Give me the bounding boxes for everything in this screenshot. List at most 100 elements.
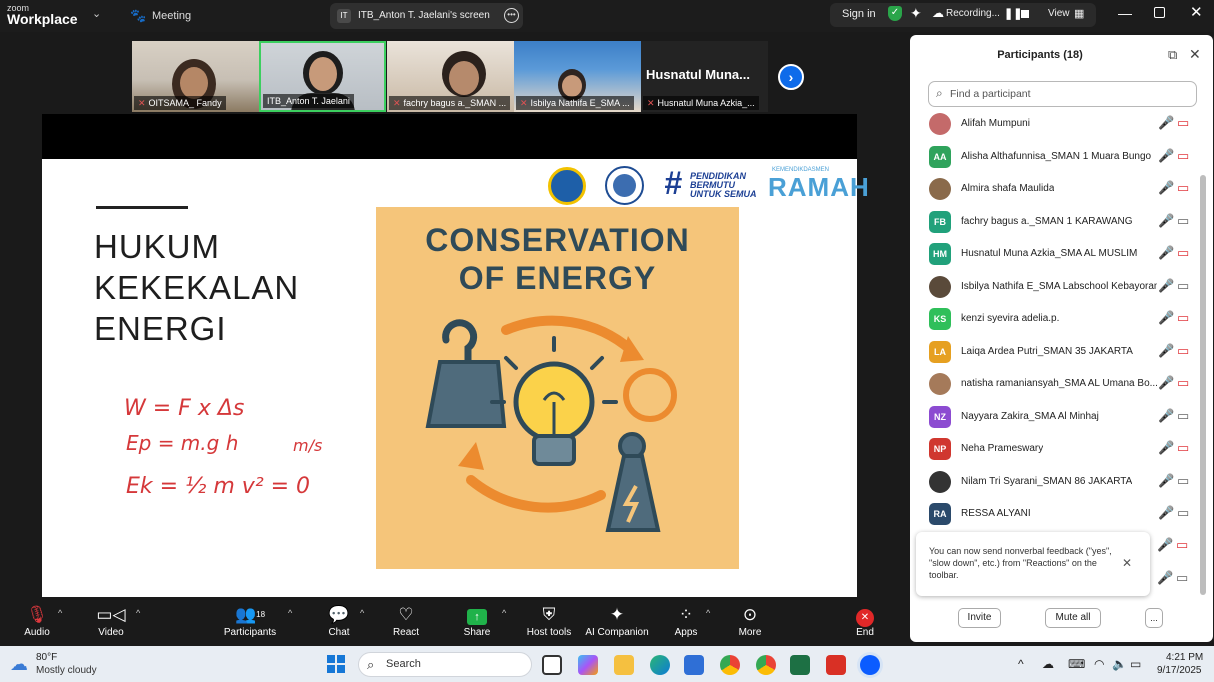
participants-button[interactable]: 👥18 Participants xyxy=(222,604,278,644)
close-panel-icon[interactable]: ✕ xyxy=(1189,46,1201,63)
video-off-icon[interactable]: ▭ xyxy=(1177,440,1189,456)
weather-cloud-icon[interactable]: ☁ xyxy=(10,654,28,675)
video-options-caret[interactable]: ^ xyxy=(136,608,140,618)
mic-off-icon[interactable]: 🎤 xyxy=(1158,245,1174,261)
video-off-icon[interactable]: ▭ xyxy=(1177,180,1189,196)
mic-off-icon[interactable]: 🎤 xyxy=(1158,213,1174,229)
react-button[interactable]: ♡ React xyxy=(390,604,422,644)
mic-off-icon[interactable]: 🎤 xyxy=(1158,115,1174,131)
meeting-label[interactable]: Meeting xyxy=(152,10,191,22)
participant-row[interactable]: FB fachry bagus a._SMAN 1 KARAWANG 🎤 ▭ xyxy=(915,207,1195,239)
cloud-sync-icon[interactable]: ☁ xyxy=(1042,657,1054,671)
windows-start-icon[interactable] xyxy=(327,655,345,673)
edge-browser-icon[interactable] xyxy=(650,655,670,675)
mic-off-icon[interactable]: 🎤 xyxy=(1158,375,1174,391)
video-icon[interactable]: ▭ xyxy=(1177,505,1189,521)
video-off-icon[interactable]: ▭ xyxy=(1177,148,1189,164)
pdf-reader-icon[interactable] xyxy=(826,655,846,675)
pop-out-icon[interactable]: ⧉ xyxy=(1168,47,1177,63)
video-icon[interactable]: ▭ xyxy=(1177,278,1189,294)
video-off-icon[interactable]: ▭ xyxy=(1177,343,1189,359)
participant-row[interactable]: Isbilya Nathifa E_SMA Labschool Kebayora… xyxy=(915,272,1195,304)
mic-off-icon[interactable]: 🎤 xyxy=(1158,278,1174,294)
video-thumbnail-off[interactable]: Husnatul Muna... ✕ Husnatul Muna Azkia_..… xyxy=(641,41,768,112)
participant-row[interactable]: Almira shafa Maulida 🎤 ▭ xyxy=(915,174,1195,206)
video-off-icon[interactable]: ▭ xyxy=(1177,310,1189,326)
panel-scrollbar[interactable] xyxy=(1200,175,1206,595)
weather-temp[interactable]: 80°F xyxy=(36,652,57,663)
participant-row[interactable]: AA Alisha Althafunnisa_SMAN 1 Muara Bungo… xyxy=(915,142,1195,174)
stop-recording-icon[interactable] xyxy=(1021,10,1029,18)
chat-options-caret[interactable]: ^ xyxy=(360,608,364,618)
pause-recording-icon[interactable]: ❚❚ xyxy=(1004,7,1022,20)
mute-all-button[interactable]: Mute all xyxy=(1045,608,1101,628)
video-thumbnail[interactable]: ✕ OITSAMA_ Fandy xyxy=(132,41,259,112)
share-button[interactable]: ↑ Share xyxy=(460,604,494,644)
end-button[interactable]: ✕ End xyxy=(850,604,880,644)
chrome-profile-icon[interactable] xyxy=(756,655,776,675)
ai-companion-button[interactable]: ✦ AI Companion xyxy=(584,604,650,644)
participant-row[interactable]: NP Neha Prameswary 🎤 ▭ xyxy=(915,434,1195,466)
invite-button[interactable]: Invite xyxy=(958,608,1001,628)
video-thumbnail[interactable]: ✕ fachry bagus a._SMAN ... xyxy=(387,41,514,112)
file-explorer-icon[interactable] xyxy=(614,655,634,675)
more-options-button[interactable]: ... xyxy=(1145,608,1163,628)
close-icon[interactable]: ✕ xyxy=(1190,3,1203,21)
task-view-icon[interactable] xyxy=(542,655,562,675)
participant-row[interactable]: NZ Nayyara Zakira_SMA Al Minhaj 🎤 ▭ xyxy=(915,402,1195,434)
wifi-icon[interactable]: ◠ xyxy=(1094,657,1104,671)
ai-sparkle-icon[interactable]: ✦ xyxy=(910,5,922,22)
video-button[interactable]: ▭◁ Video xyxy=(92,604,130,644)
language-icon[interactable]: ⌨ xyxy=(1068,657,1085,671)
sign-in-button[interactable]: Sign in xyxy=(842,8,876,20)
mic-off-icon[interactable]: 🎤 xyxy=(1158,148,1174,164)
battery-icon[interactable]: ▭ xyxy=(1130,657,1141,671)
next-page-button[interactable]: › xyxy=(778,64,804,90)
mic-off-icon[interactable]: 🎤 xyxy=(1158,473,1174,489)
mic-off-icon[interactable]: 🎤 xyxy=(1158,343,1174,359)
video-off-icon[interactable]: ▭ xyxy=(1177,375,1189,391)
excel-icon[interactable] xyxy=(790,655,810,675)
mic-off-icon[interactable]: 🎤 xyxy=(1158,505,1174,521)
more-button[interactable]: ⊙ More xyxy=(734,604,766,644)
share-options-caret[interactable]: ^ xyxy=(502,608,506,618)
clock-time[interactable]: 4:21 PM xyxy=(1166,652,1203,663)
video-off-icon[interactable]: ▭ xyxy=(1177,115,1189,131)
shield-check-icon[interactable]: ✓ xyxy=(888,6,902,21)
participant-row[interactable]: HM Husnatul Muna Azkia_SMA AL MUSLIM 🎤 ▭ xyxy=(915,239,1195,271)
video-thumbnail-active[interactable]: ITB_Anton T. Jaelani xyxy=(259,41,386,112)
video-icon[interactable]: ▭ xyxy=(1177,213,1189,229)
mic-off-icon[interactable]: 🎤 xyxy=(1158,440,1174,456)
copilot-icon[interactable] xyxy=(578,655,598,675)
participant-row[interactable]: RA RESSA ALYANI 🎤 ▭ xyxy=(915,499,1195,531)
video-icon[interactable]: ▭ xyxy=(1177,473,1189,489)
minimize-icon[interactable]: — xyxy=(1118,5,1132,21)
taskbar-search-box[interactable] xyxy=(358,652,532,677)
apps-options-caret[interactable]: ^ xyxy=(706,608,710,618)
weather-summary[interactable]: Mostly cloudy xyxy=(36,665,97,676)
participants-options-caret[interactable]: ^ xyxy=(288,608,292,618)
mic-off-icon[interactable]: 🎤 xyxy=(1158,408,1174,424)
participant-row[interactable]: Alifah Mumpuni 🎤 ▭ xyxy=(915,109,1195,141)
close-tooltip-icon[interactable]: ✕ xyxy=(1122,556,1132,570)
participant-row[interactable]: natisha ramaniansyah_SMA AL Umana Bo... 🎤… xyxy=(915,369,1195,401)
mic-off-icon[interactable]: 🎤 xyxy=(1158,180,1174,196)
host-tools-button[interactable]: ⛨ Host tools xyxy=(524,604,574,644)
audio-options-caret[interactable]: ^ xyxy=(58,608,62,618)
volume-icon[interactable]: 🔈 xyxy=(1112,657,1127,671)
participant-row[interactable]: LA Laiqa Ardea Putri_SMAN 35 JAKARTA 🎤 ▭ xyxy=(915,337,1195,369)
participant-row[interactable]: KS kenzi syevira adelia.p. 🎤 ▭ xyxy=(915,304,1195,336)
tray-overflow-icon[interactable]: ^ xyxy=(1018,657,1024,671)
participant-row[interactable]: Nilam Tri Syarani_SMAN 86 JAKARTA 🎤 ▭ xyxy=(915,467,1195,499)
grid-view-icon[interactable]: ▦ xyxy=(1074,7,1084,20)
maximize-icon[interactable] xyxy=(1154,7,1165,18)
video-off-icon[interactable]: ▭ xyxy=(1177,245,1189,261)
chat-button[interactable]: 💬 Chat xyxy=(324,604,354,644)
store-icon[interactable] xyxy=(684,655,704,675)
video-icon[interactable]: ▭ xyxy=(1177,408,1189,424)
audio-button[interactable]: 🎙 Audio xyxy=(18,604,56,644)
chevron-down-icon[interactable]: ⌄ xyxy=(92,7,101,20)
view-button[interactable]: View xyxy=(1048,8,1070,19)
more-options-icon[interactable]: ••• xyxy=(504,8,519,23)
mic-off-icon[interactable]: 🎤 xyxy=(1158,310,1174,326)
